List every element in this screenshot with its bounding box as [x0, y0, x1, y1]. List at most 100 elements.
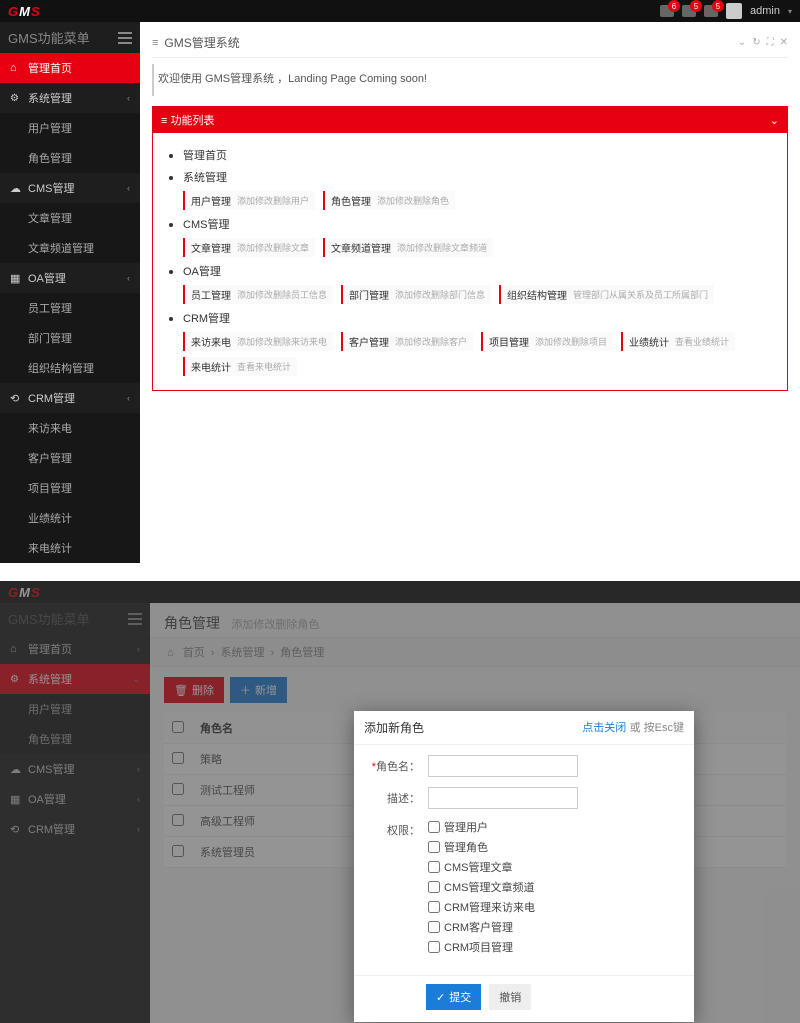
function-desc: 添加修改删除文章频道 — [397, 241, 487, 254]
tool-refresh-icon[interactable]: ↻ — [752, 37, 760, 48]
sidebar-subitem-来电统计[interactable]: 来电统计 — [0, 533, 140, 563]
sidebar-subitem-部门管理[interactable]: 部门管理 — [0, 323, 140, 353]
function-item-来访来电[interactable]: 来访来电添加修改删除来访来电 — [183, 332, 333, 351]
sidebar-subitem-组织结构管理[interactable]: 组织结构管理 — [0, 353, 140, 383]
sidebar-subitem-客户管理[interactable]: 客户管理 — [0, 443, 140, 473]
submit-button[interactable]: ✓ 提交 — [426, 984, 481, 1010]
function-desc: 添加修改删除用户 — [237, 194, 309, 207]
tool-collapse-icon[interactable]: ⌄ — [738, 37, 746, 48]
tool-close-icon[interactable]: ✕ — [780, 37, 788, 48]
function-name: 业绩统计 — [629, 334, 669, 349]
label-desc: 描述： — [366, 787, 428, 806]
perm-label: CRM管理来访来电 — [444, 899, 535, 915]
modal-close-link[interactable]: 点击关闭 — [582, 722, 626, 734]
role-desc-input[interactable] — [428, 787, 578, 809]
function-desc: 添加修改删除部门信息 — [395, 288, 485, 301]
sidebar-item-管理首页[interactable]: 管理首页 — [0, 53, 140, 83]
chevron-icon: ‹ — [127, 273, 130, 283]
perm-item[interactable]: CMS管理文章频道 — [428, 879, 682, 895]
panel-title: 功能列表 — [170, 115, 214, 127]
sidebar-subitem-文章频道管理[interactable]: 文章频道管理 — [0, 233, 140, 263]
role-name-input[interactable] — [428, 755, 578, 777]
perm-item[interactable]: CRM客户管理 — [428, 919, 682, 935]
function-name: 文章管理 — [191, 240, 231, 255]
category-label: CMS管理 — [183, 219, 229, 231]
sidebar-subitem-业绩统计[interactable]: 业绩统计 — [0, 503, 140, 533]
chevron-icon: ‹ — [127, 183, 130, 193]
perm-checkbox[interactable] — [428, 841, 440, 853]
function-item-组织结构管理[interactable]: 组织结构管理管理部门从属关系及员工所属部门 — [499, 285, 714, 304]
function-name: 项目管理 — [489, 334, 529, 349]
avatar[interactable] — [726, 3, 742, 19]
sidebar-item-CMS管理[interactable]: CMS管理‹ — [0, 173, 140, 203]
sidebar-subitem-文章管理[interactable]: 文章管理 — [0, 203, 140, 233]
modal-title: 添加新角色 — [364, 719, 424, 736]
function-item-业绩统计[interactable]: 业绩统计查看业绩统计 — [621, 332, 735, 351]
perm-item[interactable]: CRM管理来访来电 — [428, 899, 682, 915]
chart-icon — [10, 272, 22, 284]
perm-checkbox[interactable] — [428, 881, 440, 893]
sidebar-item-OA管理[interactable]: OA管理‹ — [0, 263, 140, 293]
function-name: 来访来电 — [191, 334, 231, 349]
perm-label: CRM客户管理 — [444, 919, 513, 935]
function-name: 客户管理 — [349, 334, 389, 349]
notification-badge-2[interactable]: 5 — [682, 5, 696, 17]
perm-checkbox[interactable] — [428, 901, 440, 913]
function-item-员工管理[interactable]: 员工管理添加修改删除员工信息 — [183, 285, 333, 304]
function-item-角色管理[interactable]: 角色管理添加修改删除角色 — [323, 191, 455, 210]
function-item-文章频道管理[interactable]: 文章频道管理添加修改删除文章频道 — [323, 238, 493, 257]
chevron-icon: ‹ — [127, 393, 130, 403]
sidebar-subitem-员工管理[interactable]: 员工管理 — [0, 293, 140, 323]
refresh-icon — [10, 392, 22, 404]
function-desc: 添加修改删除文章 — [237, 241, 309, 254]
perm-checkbox[interactable] — [428, 921, 440, 933]
function-item-来电统计[interactable]: 来电统计查看来电统计 — [183, 357, 297, 376]
menu-icon[interactable]: ≡ — [152, 37, 158, 49]
notification-badge-1[interactable]: 6 — [660, 5, 674, 17]
function-item-项目管理[interactable]: 项目管理添加修改删除项目 — [481, 332, 613, 351]
chevron-icon: ‹ — [127, 93, 130, 103]
perm-item[interactable]: 管理用户 — [428, 819, 682, 835]
perm-checkbox[interactable] — [428, 941, 440, 953]
function-desc: 查看来电统计 — [237, 360, 291, 373]
function-item-客户管理[interactable]: 客户管理添加修改删除客户 — [341, 332, 473, 351]
main-content: ≡ GMS管理系统 ⌄ ↻ ⛶ ✕ 欢迎使用 GMS管理系统 ，Landing … — [140, 22, 800, 563]
function-panel: ≡ 功能列表 ⌄ 管理首页系统管理用户管理添加修改删除用户角色管理添加修改删除角… — [152, 106, 788, 391]
function-name: 员工管理 — [191, 287, 231, 302]
panel-collapse-icon[interactable]: ⌄ — [770, 114, 779, 127]
chevron-down-icon[interactable]: ▾ — [788, 7, 792, 16]
function-desc: 添加修改删除客户 — [395, 335, 467, 348]
perm-checkbox[interactable] — [428, 821, 440, 833]
function-item-文章管理[interactable]: 文章管理添加修改删除文章 — [183, 238, 315, 257]
sidebar-subitem-来访来电[interactable]: 来访来电 — [0, 413, 140, 443]
perm-label: 管理角色 — [444, 839, 488, 855]
tool-fullscreen-icon[interactable]: ⛶ — [767, 37, 774, 48]
sidebar-item-系统管理[interactable]: 系统管理‹ — [0, 83, 140, 113]
sidebar-item-label: CRM管理 — [28, 390, 75, 406]
category-label: 管理首页 — [183, 150, 227, 162]
sidebar-subitem-项目管理[interactable]: 项目管理 — [0, 473, 140, 503]
notification-badge-3[interactable]: 5 — [704, 5, 718, 17]
topbar: GMS 6 5 5 admin ▾ — [0, 0, 800, 22]
function-desc: 添加修改删除角色 — [377, 194, 449, 207]
perm-item[interactable]: CRM项目管理 — [428, 939, 682, 955]
category-label: 系统管理 — [183, 172, 227, 184]
function-desc: 添加修改删除来访来电 — [237, 335, 327, 348]
sidebar: GMS功能菜单 管理首页系统管理‹用户管理角色管理CMS管理‹文章管理文章频道管… — [0, 22, 140, 563]
perm-item[interactable]: CMS管理文章 — [428, 859, 682, 875]
perm-label: CMS管理文章频道 — [444, 879, 534, 895]
menu-toggle-icon[interactable] — [118, 32, 132, 44]
function-item-用户管理[interactable]: 用户管理添加修改删除用户 — [183, 191, 315, 210]
sidebar-subitem-用户管理[interactable]: 用户管理 — [0, 113, 140, 143]
sidebar-item-CRM管理[interactable]: CRM管理 ‹ — [0, 383, 140, 413]
logo: GMS — [8, 4, 41, 19]
sidebar-title: GMS功能菜单 — [8, 28, 90, 47]
sidebar-item-label: 管理首页 — [28, 60, 72, 76]
cancel-button[interactable]: 撤销 — [489, 984, 531, 1010]
perm-item[interactable]: 管理角色 — [428, 839, 682, 855]
sidebar-subitem-角色管理[interactable]: 角色管理 — [0, 143, 140, 173]
perm-checkbox[interactable] — [428, 861, 440, 873]
function-name: 用户管理 — [191, 193, 231, 208]
function-item-部门管理[interactable]: 部门管理添加修改删除部门信息 — [341, 285, 491, 304]
user-name[interactable]: admin — [750, 5, 780, 17]
